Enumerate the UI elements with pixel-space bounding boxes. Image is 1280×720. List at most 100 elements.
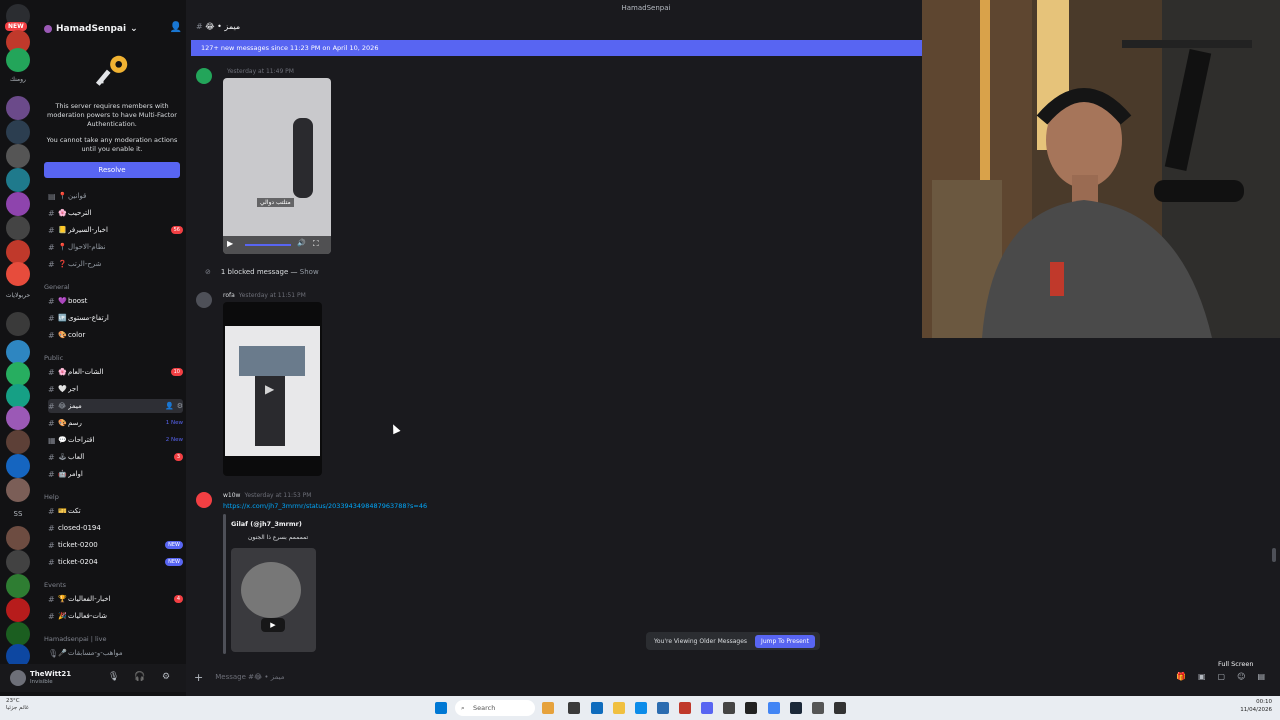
channel-item[interactable]: # 💜 boost [48, 294, 183, 308]
app-icon[interactable] [745, 702, 757, 714]
server-icon[interactable] [6, 96, 30, 120]
resolve-button[interactable]: Resolve [44, 162, 180, 178]
progress-bar[interactable] [245, 244, 291, 246]
video-attachment[interactable]: ▶ [223, 302, 322, 476]
server-header[interactable]: HamadSenpai ⌄ [44, 22, 184, 36]
channel-item[interactable]: # 🏆 اخبار-الفعاليات 4 [48, 592, 183, 606]
channel-item[interactable]: # 🎫 تكت [48, 504, 183, 518]
discord-icon[interactable] [701, 702, 713, 714]
server-icon[interactable] [6, 622, 30, 646]
fullscreen-icon[interactable]: ⛶ [313, 239, 319, 249]
avatar[interactable] [196, 292, 212, 308]
taskbar-search[interactable]: ⌕ Search [455, 700, 535, 716]
server-icon[interactable] [6, 168, 30, 192]
server-icon[interactable] [6, 430, 30, 454]
windows-start-icon[interactable] [435, 702, 447, 714]
server-icon[interactable] [6, 574, 30, 598]
obs-icon[interactable] [834, 702, 846, 714]
channel-item[interactable]: # 🎨 رسم 1 New [48, 416, 183, 430]
app-icon[interactable] [679, 702, 691, 714]
server-icon[interactable] [6, 384, 30, 408]
category-live[interactable]: Hamadsenpai | live [44, 635, 107, 643]
message-author[interactable]: w10w [223, 492, 240, 499]
channel-item[interactable]: # 🌸 الترحيب [48, 206, 183, 220]
server-icon[interactable] [6, 144, 30, 168]
play-icon[interactable]: ▶ [227, 239, 233, 248]
gear-icon[interactable]: ⚙ [177, 402, 183, 410]
server-icon[interactable] [6, 454, 30, 478]
server-icon[interactable] [6, 240, 30, 264]
channel-item[interactable]: # 🎨 color [48, 328, 183, 342]
widgets-icon[interactable] [542, 702, 554, 714]
avatar[interactable] [196, 68, 212, 84]
channel-item[interactable]: # 🕹 ألعاب 3 [48, 450, 183, 464]
embed-video[interactable]: ▶ [231, 548, 316, 652]
channel-item[interactable]: ▤ 📍 قوانين [48, 189, 183, 203]
server-icon[interactable] [6, 598, 30, 622]
category-events[interactable]: Events [44, 581, 66, 589]
invite-people-icon[interactable]: 👤 [170, 22, 182, 33]
server-icon[interactable] [6, 312, 30, 336]
emoji-icon[interactable]: ☺ [1237, 672, 1245, 681]
channel-item[interactable]: # 🤖 اوامر [48, 467, 183, 481]
server-icon[interactable] [6, 362, 30, 386]
server-icon[interactable] [6, 192, 30, 216]
message-input[interactable]: Message #😂 • ميمز [215, 673, 284, 681]
channel-item[interactable]: # ❓ شرح-الرتب [48, 257, 183, 271]
play-icon[interactable]: ▶ [261, 618, 285, 632]
play-icon[interactable]: ▶ [265, 382, 274, 396]
settings-icon[interactable] [812, 702, 824, 714]
sticker-icon[interactable]: ▢ [1218, 672, 1226, 681]
channel-item[interactable]: # 🎉 شات-فعاليات [48, 609, 183, 623]
gear-icon[interactable]: ⚙ [162, 672, 170, 682]
headphones-icon[interactable]: 🎧 [134, 672, 145, 682]
apps-icon[interactable]: ▤ [1257, 672, 1265, 681]
system-clock[interactable]: 00:10 11/04/2026 [1240, 698, 1272, 714]
new-messages-bar[interactable]: 127+ new messages since 11:23 PM on Apri… [191, 40, 923, 56]
channel-item[interactable]: # 📍 نظام-الاحوال [48, 240, 183, 254]
server-icon[interactable] [6, 550, 30, 574]
jump-to-present-button[interactable]: Jump To Present [755, 634, 815, 648]
microphone-icon[interactable]: 🎙 [108, 672, 119, 682]
channel-item[interactable]: # closed-0194 [48, 521, 183, 535]
app-icon[interactable] [723, 702, 735, 714]
steam-icon[interactable] [790, 702, 802, 714]
channel-item[interactable]: # 📒 اخبار-السيرفر 56 [48, 223, 183, 237]
app-icon[interactable] [591, 702, 603, 714]
server-icon[interactable] [6, 120, 30, 144]
avatar[interactable] [196, 492, 212, 508]
channel-item[interactable]: # 🤍 اجر [48, 382, 183, 396]
category-public[interactable]: Public [44, 354, 63, 362]
server-icon[interactable] [6, 478, 30, 502]
category-help[interactable]: Help [44, 493, 59, 501]
gift-icon[interactable]: 🎁 [1176, 672, 1186, 681]
volume-icon[interactable]: 🔊 [297, 239, 306, 247]
server-icon[interactable] [6, 262, 30, 286]
invite-icon[interactable]: 👤 [165, 402, 174, 410]
message-link[interactable]: https://x.com/jh7_3mrmr/status/203394349… [223, 502, 427, 510]
channel-item[interactable]: ▦ 💬 اقتراحات 2 New [48, 433, 183, 447]
message-author[interactable]: rofa [223, 292, 235, 299]
channel-item[interactable]: # 🆙 ارتفاع-مستوى [48, 311, 183, 325]
edge-icon[interactable] [635, 702, 647, 714]
channel-item[interactable]: # ticket-0204 NEW [48, 555, 183, 569]
add-attachment-icon[interactable]: + [194, 671, 203, 684]
server-icon[interactable] [6, 526, 30, 550]
file-explorer-icon[interactable] [613, 702, 625, 714]
server-icon[interactable] [6, 48, 30, 72]
avatar[interactable] [10, 670, 26, 686]
gif-icon[interactable]: ▣ [1198, 672, 1206, 681]
video-attachment[interactable]: متلتب دوالي ▶ 🔊 ⛶ [223, 78, 331, 254]
server-icon[interactable] [6, 406, 30, 430]
channel-item[interactable]: 🎙 🎤 مواهب-و-مسابقات [48, 646, 183, 660]
server-icon[interactable] [6, 216, 30, 240]
weather-widget[interactable]: 23°C غائم جزئيا [6, 698, 29, 712]
category-general[interactable]: General [44, 283, 70, 291]
chrome-icon[interactable] [768, 702, 780, 714]
task-view-icon[interactable] [568, 702, 580, 714]
server-icon[interactable] [6, 340, 30, 364]
scrollbar[interactable] [1272, 548, 1276, 562]
channel-item[interactable]: # ticket-0200 NEW [48, 538, 183, 552]
show-blocked-link[interactable]: Show [300, 268, 319, 276]
embed-author[interactable]: Gilaf (@jh7_3mrmr) [231, 520, 302, 528]
